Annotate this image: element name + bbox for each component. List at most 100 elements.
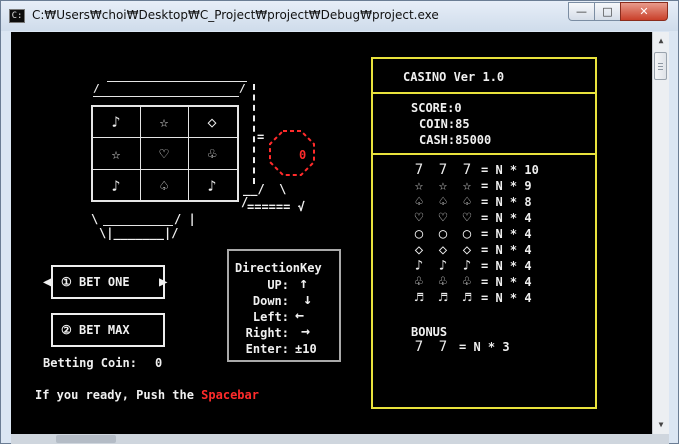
paytable-multiplier: = N * 4 [481,211,532,225]
paytable-symbol: ♧ [438,274,448,290]
paytable-symbol: ♧ [414,274,424,290]
reel-divider [91,137,239,138]
maximize-button[interactable]: □ [594,2,621,21]
paytable-multiplier: = N * 4 [481,291,532,305]
paytable-row: ◇ ◇ ◇ = N * 4 [411,242,591,258]
score-value: 0 [454,101,462,115]
panel-divider [373,153,595,155]
console-area[interactable]: / / ♪ ☆ ◇ ☆ ♡ ♧ ♪ ♤ ♪ \ / | \|_______|/ [11,32,652,434]
paytable-symbol: ☆ [414,178,424,194]
paytable-symbol: ♬ [462,290,472,306]
scroll-up-icon[interactable]: ▲ [654,33,668,49]
slot-lid-right: / [239,82,246,95]
bet-max-button[interactable]: ② BET MAX [51,313,165,347]
paytable-symbol: 7 [462,162,472,178]
paytable-symbol: ♡ [414,210,424,226]
title-bar[interactable]: C: C:₩Users₩choi₩Desktop₩C_Project₩proje… [1,1,678,31]
paytable-symbol: ♤ [438,194,448,210]
slot-lid-bottom [93,96,239,97]
direction-key-panel: DirectionKey UP: ↑ Down: ↓ Left: ← Right… [227,249,341,362]
paytable-row: ☆ ☆ ☆ = N * 9 [411,178,591,194]
down-arrow-icon: ↓ [303,290,313,308]
paytable-symbol: ♡ [462,210,472,226]
key-down-label: Down: [252,294,289,308]
enter-value: ±10 [295,342,317,356]
paytable-row: 7 7 7 = N * 10 [411,162,591,178]
paytable-multiplier: = N * 4 [481,259,532,273]
paytable-symbol: ♤ [462,194,472,210]
paytable-symbol: ◇ [414,242,424,258]
cash-value: 85000 [455,133,492,147]
key-up-label: UP: [267,278,289,292]
key-enter-label: Enter: [245,342,289,356]
scroll-thumb[interactable] [654,52,667,80]
coin-label: COIN:85 [419,117,470,131]
paytable-symbol: ◇ [438,242,448,258]
bonus-multiplier: = N * 3 [459,340,510,354]
lever-arm: __/ \ [243,182,287,196]
reel-symbol: ☆ [111,145,121,163]
up-arrow-icon: ↑ [299,274,309,292]
coin-value: 85 [455,117,470,131]
spin-counter-octagon [269,130,315,176]
bet-one-button[interactable]: ◀ ① BET ONE ▶ [43,265,168,299]
scroll-down-icon[interactable]: ▼ [654,417,668,433]
paytable-symbol: ♤ [414,194,424,210]
paytable-symbol: 7 [438,162,448,178]
console-app-icon: C: [9,9,25,23]
paytable-row: ♡ ♡ ♡ = N * 4 [411,210,591,226]
paytable-symbol: ♡ [438,210,448,226]
spacebar-hint: Spacebar [201,388,259,402]
paytable-row: ♧ ♧ ♧ = N * 4 [411,274,591,290]
cash-label: CASH:85000 [419,133,492,147]
reel-divider [188,105,189,202]
reel-symbol: ◇ [207,113,217,131]
spin-counter: 0 [299,148,307,162]
paytable-symbol: ♬ [438,290,448,306]
bonus-symbol: 7 [438,339,448,355]
bet-max-label: ② BET MAX [61,323,130,337]
arrow-right-icon: ▶ [159,274,168,290]
close-button[interactable]: ✕ [620,2,668,21]
reel-symbol: ♪ [111,113,121,131]
casino-title: CASINO Ver 1.0 [403,70,505,84]
paytable-symbol: 7 [414,162,424,178]
reel-symbol: ♡ [159,145,169,163]
paytable-symbol: ♪ [462,258,472,274]
paytable-multiplier: = N * 4 [481,243,532,257]
reel-divider [91,169,239,170]
bonus-row: 7 7 = N * 3 [411,339,591,355]
slot-base-slash: / | [174,212,196,226]
vertical-scrollbar[interactable]: ▲ ▼ [652,32,669,434]
window-title: C:₩Users₩choi₩Desktop₩C_Project₩project₩… [32,8,439,22]
reel-symbol: ♪ [111,177,121,195]
paytable-symbol: ♪ [414,258,424,274]
betting-coin-value: 0 [155,356,163,370]
bonus-label: BONUS [411,325,448,339]
paytable-symbol: ☆ [438,178,448,194]
slot-base-left: \ [91,212,99,226]
paytable-symbol: ♧ [462,274,472,290]
slot-connector: = [257,130,265,144]
paytable-symbol: ☆ [462,178,472,194]
arrow-left-icon: ◀ [43,274,52,290]
paytable-multiplier: = N * 8 [481,195,532,209]
paytable-multiplier: = N * 4 [481,275,532,289]
lever-line: ====== √ [247,200,305,214]
slot-base-lower: \|_______|/ [99,226,179,240]
key-left-label: Left: [252,310,289,324]
slot-lid-top [107,81,247,82]
paytable-symbol: ◇ [462,242,472,258]
paytable-multiplier: = N * 10 [481,163,539,177]
minimize-button[interactable]: — [568,2,595,21]
panel-divider [373,92,595,94]
paytable-symbol: ○ [462,226,472,242]
direction-key-title: DirectionKey [235,261,322,275]
paytable-row: ♬ ♬ ♬ = N * 4 [411,290,591,306]
betting-coin-label: Betting Coin: [43,356,137,370]
left-arrow-icon: ← [295,306,305,324]
ready-prompt: If you ready, Push the Spacebar [35,388,259,402]
reel-symbol: ♧ [207,145,217,163]
ready-prompt-text: If you ready, Push the [35,388,202,402]
paytable-row: ○ ○ ○ = N * 4 [411,226,591,242]
